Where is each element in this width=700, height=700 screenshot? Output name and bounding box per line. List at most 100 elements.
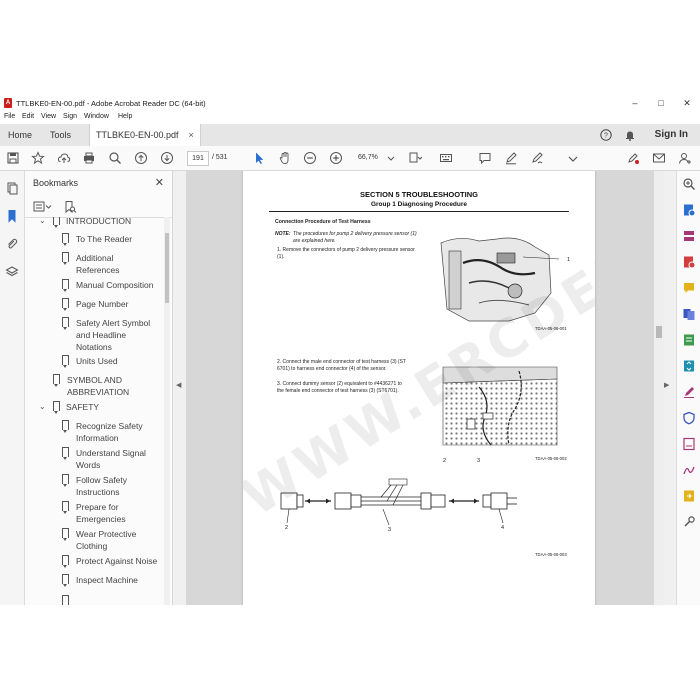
tab-close-button[interactable]: × (189, 130, 194, 140)
bookmark-label: Follow Safety Instructions (76, 475, 128, 497)
save-icon[interactable] (6, 151, 20, 165)
document-scrollbar[interactable] (654, 171, 664, 605)
menu-edit[interactable]: Edit (22, 113, 34, 120)
combine-files-icon[interactable] (682, 307, 696, 321)
menu-sign[interactable]: Sign (63, 113, 77, 120)
bookmark-label: Prepare for Emergencies (76, 502, 126, 524)
bookmark-label: Safety Alert Symbol and Headline Notatio… (76, 318, 151, 352)
bookmark-label: SAFETY (66, 402, 100, 412)
edit-pdf-icon[interactable] (682, 333, 696, 347)
minimize-button[interactable]: – (628, 97, 642, 109)
collapse-left-panel-icon[interactable]: ◀ (176, 381, 181, 389)
share-user-icon[interactable] (678, 151, 692, 165)
menu-view[interactable]: View (41, 113, 56, 120)
close-window-button[interactable]: ✕ (680, 97, 694, 109)
comment-icon[interactable] (478, 151, 492, 165)
compress-pdf-icon[interactable] (682, 359, 696, 373)
fill-sign-tool-icon[interactable] (682, 385, 696, 399)
next-page-icon[interactable] (160, 151, 174, 165)
page-number-input[interactable]: 191 (187, 151, 209, 166)
document-view[interactable]: SECTION 5 TROUBLESHOOTING Group 1 Diagno… (186, 171, 654, 605)
comment-tool-icon[interactable] (682, 281, 696, 295)
bookmark-label: Protect Against Noise (76, 556, 158, 566)
svg-text:?: ? (604, 133, 608, 140)
tools-pane (676, 171, 700, 605)
highlight-pen-icon[interactable] (504, 151, 518, 165)
bookmark-label: To The Reader (76, 234, 133, 244)
email-icon[interactable] (652, 151, 666, 165)
tab-home[interactable]: Home (2, 124, 38, 146)
tab-tools[interactable]: Tools (44, 124, 77, 146)
bookmark-icon (53, 374, 60, 387)
zoom-search-icon[interactable] (108, 151, 122, 165)
bookmark-icon (62, 298, 69, 311)
bookmark-label: Manual Composition (76, 280, 154, 290)
layers-icon[interactable] (5, 265, 19, 279)
bookmark-star-icon[interactable] (31, 151, 45, 165)
section-title: SECTION 5 TROUBLESHOOTING (360, 190, 478, 199)
zoom-level[interactable]: 66,7% (358, 154, 378, 161)
organize-pages-icon[interactable] (682, 229, 696, 243)
create-pdf-icon[interactable] (682, 255, 696, 269)
bookmarks-scrollbar[interactable] (164, 217, 170, 605)
close-panel-button[interactable]: ✕ (155, 176, 164, 189)
scroll-thumb[interactable] (165, 233, 169, 303)
bookmark-label: INTRODUCTION (66, 217, 132, 226)
find-bookmark-icon[interactable] (63, 200, 77, 214)
bookmark-icon (53, 401, 60, 414)
maximize-button[interactable]: □ (654, 97, 668, 109)
export-pdf-icon[interactable] (682, 203, 696, 217)
bookmark-label: Wear Protective Clothing (76, 529, 137, 551)
bookmark-icon (62, 474, 69, 487)
bookmark-label: Page Number (76, 299, 129, 309)
collapse-chevron-icon[interactable]: ⌄ (39, 401, 46, 413)
pdf-page: SECTION 5 TROUBLESHOOTING Group 1 Diagno… (243, 171, 595, 605)
protect-icon[interactable] (682, 411, 696, 425)
keyboard-icon[interactable] (439, 151, 453, 165)
tab-document[interactable]: TTLBKE0-EN-00.pdf × (89, 124, 201, 146)
zoom-dropdown-icon[interactable] (384, 151, 398, 165)
callout-diagram-4: 4 (501, 525, 505, 531)
callout-3: 3 (477, 458, 481, 464)
print-icon[interactable] (82, 151, 96, 165)
bookmark-label: Understand Signal Words (76, 448, 146, 470)
hand-tool-icon[interactable] (278, 151, 292, 165)
zoom-in-icon[interactable] (329, 151, 343, 165)
menu-help[interactable]: Help (118, 113, 132, 120)
bookmark-icon (53, 217, 60, 228)
bookmark-options-icon[interactable] (33, 201, 53, 213)
sign-icon[interactable] (682, 463, 696, 477)
attachments-icon[interactable] (5, 237, 19, 251)
notifications-bell-icon[interactable] (624, 129, 636, 141)
send-comments-icon[interactable] (682, 489, 696, 503)
expand-right-panel-icon[interactable]: ▶ (664, 381, 669, 389)
page-thumbnails-icon[interactable] (5, 181, 19, 195)
bookmarks-toolbar (25, 197, 172, 218)
upload-cloud-icon[interactable] (57, 151, 71, 165)
more-options-icon[interactable] (566, 151, 580, 165)
fill-sign-icon[interactable] (530, 151, 544, 165)
more-tools-icon[interactable] (682, 515, 696, 529)
menu-file[interactable]: File (4, 113, 15, 120)
bookmark-icon (62, 528, 69, 541)
bookmark-icon (62, 555, 69, 568)
zoom-icon[interactable] (682, 177, 696, 191)
window-title: TTLBKE0-EN-00.pdf - Adobe Acrobat Reader… (16, 99, 206, 108)
collapse-chevron-icon[interactable]: ⌄ (39, 217, 46, 227)
menu-window[interactable]: Window (84, 113, 109, 120)
bookmark-label: Recognize Safety Information (76, 421, 143, 443)
document-scroll-thumb[interactable] (656, 326, 662, 338)
help-icon[interactable]: ? (600, 129, 612, 141)
zoom-out-icon[interactable] (303, 151, 317, 165)
previous-page-icon[interactable] (134, 151, 148, 165)
sign-in-button[interactable]: Sign In (655, 124, 688, 146)
request-signature-icon[interactable] (682, 437, 696, 451)
bookmarks-icon[interactable] (5, 209, 19, 223)
acrobat-window: A TTLBKE0-EN-00.pdf - Adobe Acrobat Read… (0, 95, 700, 605)
select-cursor-icon[interactable] (252, 151, 266, 165)
bookmarks-title: Bookmarks (33, 178, 79, 188)
page-display-icon[interactable] (408, 151, 422, 165)
figure-id-3: TDAA-05-06-003 (535, 552, 567, 557)
note-text: The procedures for pump 2 delivery press… (293, 231, 417, 244)
edit-tools-icon[interactable] (626, 151, 640, 165)
